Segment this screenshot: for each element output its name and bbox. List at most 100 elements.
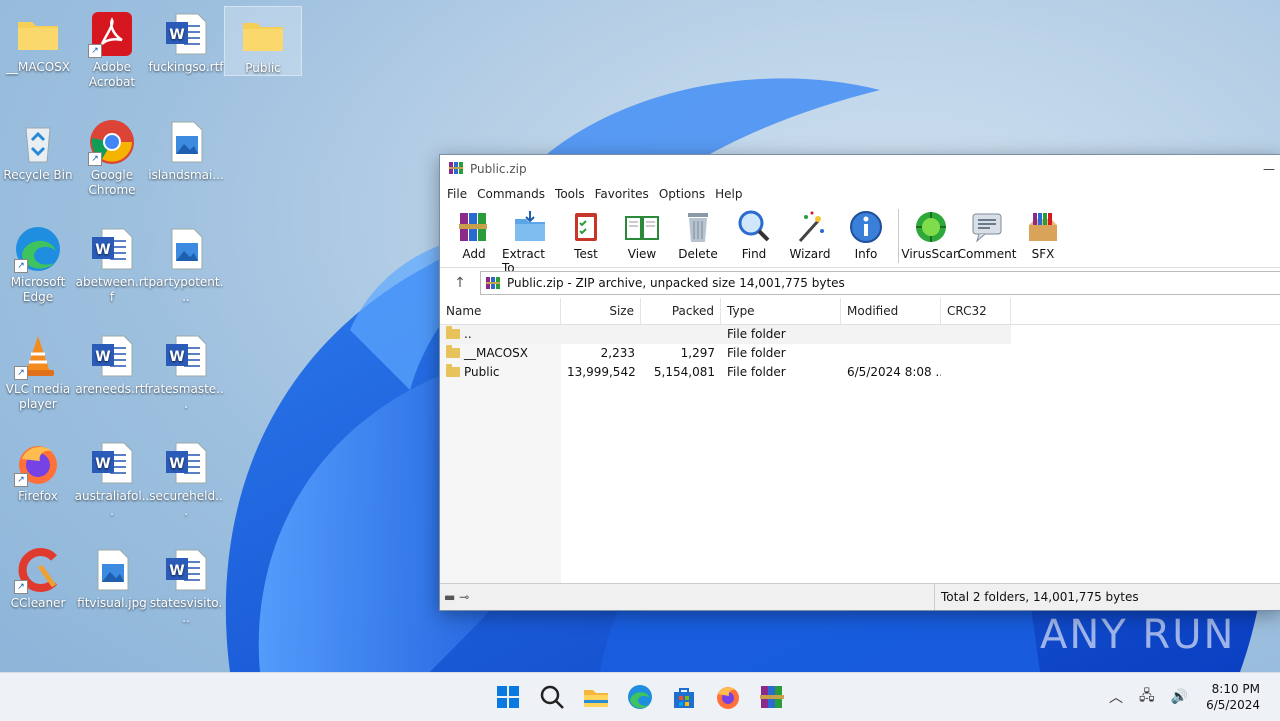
desktop-icon-areneeds-rtf[interactable]: W areneeds.rtf	[74, 328, 150, 397]
winrar-archive-icon	[486, 277, 500, 289]
taskbar-store[interactable]	[670, 683, 698, 711]
svg-text:W: W	[169, 456, 184, 472]
desktop-icon-ratesmaste[interactable]: W ratesmaste...	[148, 328, 224, 412]
edge-icon: ↗	[14, 225, 62, 273]
wizard-button[interactable]: Wizard	[782, 205, 838, 261]
winrar-window[interactable]: Public.zip — File Commands Tools Favorit…	[439, 154, 1280, 611]
virusscan-button[interactable]: VirusScan	[901, 205, 961, 261]
extract-to-button[interactable]: Extract To	[502, 205, 558, 275]
folder-icon	[239, 11, 287, 59]
desktop-icon-secureheld[interactable]: W secureheld...	[148, 435, 224, 519]
image-file-icon	[162, 225, 210, 273]
sfx-box-icon	[1029, 213, 1057, 241]
file-explorer-icon	[584, 690, 608, 707]
menu-file[interactable]: File	[442, 187, 472, 201]
firefox-icon	[717, 687, 739, 709]
sfx-button[interactable]: SFX	[1015, 205, 1071, 261]
view-button[interactable]: View	[614, 205, 670, 261]
desktop-icon-recycle-bin[interactable]: Recycle Bin	[0, 114, 76, 183]
up-arrow-icon[interactable]: ↑	[440, 275, 480, 291]
volume-icon[interactable]: 🔊	[1171, 689, 1188, 705]
column-header-name[interactable]: Name	[440, 298, 561, 324]
toolbar: Add Extract To Test View Delete Find Wiz…	[440, 205, 1280, 275]
image-file-icon	[88, 546, 136, 594]
column-header-modified[interactable]: Modified	[841, 298, 941, 324]
desktop-icon-abetween-rtf[interactable]: W abetween.rtf	[74, 221, 150, 305]
desktop-icon-macosx[interactable]: __MACOSX	[0, 6, 76, 78]
desktop-icon-islandsmai[interactable]: islandsmai...	[148, 114, 224, 183]
search-icon	[540, 685, 564, 709]
column-header-crc32[interactable]: CRC32	[941, 298, 1011, 324]
search-button[interactable]	[538, 683, 566, 711]
column-header-size[interactable]: Size	[561, 298, 641, 324]
column-header-type[interactable]: Type	[721, 298, 841, 324]
minimize-button[interactable]: —	[1257, 162, 1280, 176]
word-document-icon: W	[162, 439, 210, 487]
desktop-icon-vlc-media-player[interactable]: ↗ VLC media player	[0, 328, 76, 412]
svg-text:W: W	[95, 242, 110, 258]
network-icon[interactable]: 🖧	[1139, 685, 1155, 709]
anyrun-watermark: ANY RUN	[1040, 612, 1236, 658]
vlc-icon: ↗	[14, 332, 62, 380]
desktop-icon-fuckingso-rtf[interactable]: W fuckingso.rtf	[148, 6, 224, 75]
desktop-icon-partypotent[interactable]: partypotent...	[148, 221, 224, 305]
word-document-icon: W	[162, 546, 210, 594]
taskbar: ︿ 🖧 🔊 8:10 PM 6/5/2024	[0, 672, 1280, 721]
status-total: Total 2 folders, 14,001,775 bytes	[934, 584, 1139, 610]
desktop-icon-google-chrome[interactable]: ↗ Google Chrome	[74, 114, 150, 198]
word-document-icon: W	[162, 332, 210, 380]
virus-scan-icon	[916, 212, 946, 242]
comment-button[interactable]: Comment	[958, 205, 1016, 261]
window-title: Public.zip	[470, 162, 527, 176]
test-clipboard-icon	[575, 213, 597, 241]
table-row[interactable]: .. File folder	[440, 325, 1011, 344]
taskbar-file-explorer[interactable]	[582, 683, 610, 711]
svg-text:W: W	[169, 563, 184, 579]
test-button[interactable]: Test	[558, 205, 614, 261]
table-row[interactable]: Public 13,999,542 5,154,081 File folder …	[440, 363, 1280, 382]
menu-options[interactable]: Options	[654, 187, 710, 201]
clock-date: 6/5/2024	[1206, 698, 1260, 712]
drive-key-icons: ▬ ⊸	[444, 590, 470, 604]
svg-text:W: W	[169, 27, 184, 43]
desktop-icon-adobe-acrobat[interactable]: ↗ Adobe Acrobat	[74, 6, 150, 90]
menu-tools[interactable]: Tools	[550, 187, 590, 201]
word-document-icon: W	[162, 10, 210, 58]
window-titlebar[interactable]: Public.zip —	[440, 155, 1280, 183]
clock[interactable]: 8:10 PM 6/5/2024	[1206, 681, 1260, 713]
delete-button[interactable]: Delete	[670, 205, 726, 261]
desktop-icon-statesvisito[interactable]: W statesvisito...	[148, 542, 224, 626]
info-button[interactable]: Info	[838, 205, 894, 261]
desktop-icon-fitvisual-jpg[interactable]: fitvisual.jpg	[74, 542, 150, 611]
column-header-packed[interactable]: Packed	[641, 298, 721, 324]
file-list-header: Name Size Packed Type Modified CRC32	[440, 298, 1280, 325]
clock-time: 8:10 PM	[1211, 682, 1260, 696]
desktop-icon-public[interactable]: Public	[224, 6, 302, 76]
desktop-icon-microsoft-edge[interactable]: ↗ Microsoft Edge	[0, 221, 76, 305]
desktop-icon-firefox[interactable]: ↗ Firefox	[0, 435, 76, 504]
start-button[interactable]	[494, 683, 522, 711]
winrar-icon	[760, 686, 784, 715]
menu-help[interactable]: Help	[710, 187, 747, 201]
view-book-icon	[625, 216, 659, 240]
taskbar-winrar[interactable]	[758, 683, 786, 715]
address-path[interactable]: Public.zip - ZIP archive, unpacked size …	[480, 271, 1280, 295]
taskbar-firefox[interactable]	[714, 683, 742, 711]
word-document-icon: W	[88, 332, 136, 380]
add-archive-icon	[459, 213, 487, 241]
svg-text:W: W	[95, 456, 110, 472]
desktop-icon-australiafol[interactable]: W australiafol...	[74, 435, 150, 519]
menu-favorites[interactable]: Favorites	[590, 187, 654, 201]
desktop-icon-ccleaner[interactable]: ↗ CCleaner	[0, 542, 76, 611]
find-button[interactable]: Find	[726, 205, 782, 261]
file-list[interactable]: Name Size Packed Type Modified CRC32 .. …	[440, 298, 1280, 583]
table-row[interactable]: __MACOSX 2,233 1,297 File folder	[440, 344, 1280, 363]
add-button[interactable]: Add	[446, 205, 502, 261]
word-document-icon: W	[88, 439, 136, 487]
folder-icon	[446, 345, 460, 358]
chevron-up-icon[interactable]: ︿	[1109, 687, 1123, 707]
taskbar-edge[interactable]	[626, 683, 654, 711]
recycle-bin-icon	[14, 118, 62, 166]
menu-commands[interactable]: Commands	[472, 187, 550, 201]
svg-text:W: W	[169, 349, 184, 365]
